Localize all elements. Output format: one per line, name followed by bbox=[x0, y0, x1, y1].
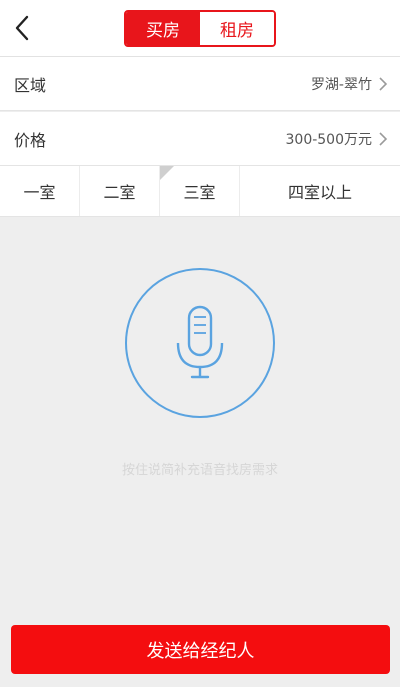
room-option-2[interactable]: 二室 bbox=[80, 166, 160, 216]
tab-rent[interactable]: 租房 bbox=[200, 12, 274, 45]
tab-buy[interactable]: 买房 bbox=[126, 12, 200, 45]
buy-rent-switch: 买房 租房 bbox=[124, 10, 276, 47]
chevron-left-icon bbox=[15, 15, 29, 41]
microphone-icon bbox=[176, 305, 224, 379]
voice-record-button[interactable] bbox=[125, 268, 275, 418]
room-option-4-plus[interactable]: 四室以上 bbox=[240, 166, 400, 216]
price-label: 价格 bbox=[14, 130, 47, 150]
selected-corner-mark bbox=[160, 166, 174, 180]
chevron-right-icon bbox=[378, 131, 388, 147]
area-label: 区域 bbox=[14, 75, 47, 95]
app-screen: 买房 租房 区域 罗湖-翠竹 价格 300-500万元 一室 二室 三室 四室以… bbox=[0, 0, 400, 687]
room-option-3-label: 三室 bbox=[183, 183, 216, 202]
price-value: 300-500万元 bbox=[285, 131, 373, 148]
back-button[interactable] bbox=[4, 10, 40, 46]
price-row[interactable]: 价格 300-500万元 bbox=[0, 112, 400, 166]
room-option-3[interactable]: 三室 bbox=[160, 166, 240, 216]
chevron-right-icon bbox=[378, 76, 388, 92]
room-filter: 一室 二室 三室 四室以上 bbox=[0, 166, 400, 217]
area-row[interactable]: 区域 罗湖-翠竹 bbox=[0, 57, 400, 111]
area-value: 罗湖-翠竹 bbox=[310, 76, 372, 93]
room-option-1[interactable]: 一室 bbox=[0, 166, 80, 216]
send-to-agent-button[interactable]: 发送给经纪人 bbox=[11, 625, 390, 674]
voice-hint: 按住说简补充语音找房需求 bbox=[121, 463, 278, 478]
top-bar: 买房 租房 bbox=[0, 0, 400, 57]
